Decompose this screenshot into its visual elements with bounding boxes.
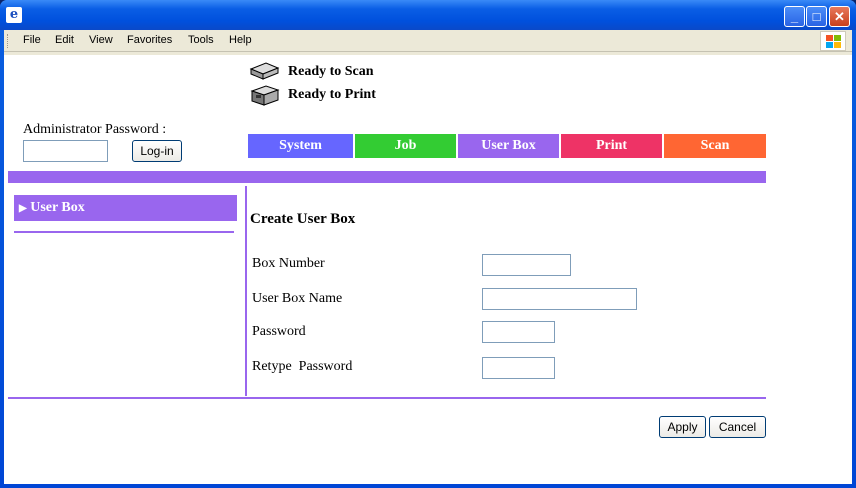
minimize-button[interactable]: _ xyxy=(784,6,805,27)
retype-password-label: Retype Password xyxy=(252,359,353,374)
windows-logo-icon xyxy=(820,31,846,51)
print-status: Ready to Print xyxy=(248,84,376,106)
apply-button[interactable]: Apply xyxy=(659,416,706,438)
password-label: Password xyxy=(252,324,306,339)
menu-tools[interactable]: Tools xyxy=(188,34,214,46)
triangle-right-icon: ▶ xyxy=(19,203,27,214)
user-box-name-input[interactable] xyxy=(482,288,637,310)
menu-view[interactable]: View xyxy=(89,34,113,46)
tab-job[interactable]: Job xyxy=(355,134,456,158)
admin-password-label: Administrator Password : xyxy=(23,122,167,137)
form-title: Create User Box xyxy=(250,211,356,227)
maximize-icon: □ xyxy=(812,9,821,24)
header-divider xyxy=(8,171,766,183)
page-content: Ready to Scan Ready to Print Administrat… xyxy=(4,55,852,484)
tab-user-box[interactable]: User Box xyxy=(458,134,559,158)
title-bar: e _ □ ✕ xyxy=(0,0,856,30)
cancel-button[interactable]: Cancel xyxy=(709,416,766,438)
tab-scan[interactable]: Scan xyxy=(664,134,766,158)
minimize-icon: _ xyxy=(790,9,799,24)
print-status-text: Ready to Print xyxy=(288,87,376,102)
scan-status-text: Ready to Scan xyxy=(288,64,374,79)
ie-icon: e xyxy=(6,7,22,23)
toolbar-grip[interactable] xyxy=(7,34,10,48)
scan-status: Ready to Scan xyxy=(248,61,374,83)
user-box-name-label: User Box Name xyxy=(252,291,343,306)
tab-print[interactable]: Print xyxy=(561,134,662,158)
retype-password-input[interactable] xyxy=(482,357,555,379)
printer-icon xyxy=(250,85,280,106)
maximize-button[interactable]: □ xyxy=(806,6,827,27)
box-number-label: Box Number xyxy=(252,256,325,271)
scanner-icon xyxy=(249,62,280,80)
close-button[interactable]: ✕ xyxy=(829,6,850,27)
menu-file[interactable]: File xyxy=(23,34,41,46)
menu-favorites[interactable]: Favorites xyxy=(127,34,172,46)
vertical-divider xyxy=(245,186,247,396)
login-button[interactable]: Log-in xyxy=(132,140,182,162)
footer-divider xyxy=(8,397,766,399)
main-tabs: System Job User Box Print Scan xyxy=(248,134,766,158)
sidebar-divider xyxy=(14,231,234,233)
browser-window: e _ □ ✕ File Edit View Favorites Tools H… xyxy=(0,0,856,488)
menu-edit[interactable]: Edit xyxy=(55,34,74,46)
password-input[interactable] xyxy=(482,321,555,343)
box-number-input[interactable] xyxy=(482,254,571,276)
close-icon: ✕ xyxy=(834,9,845,24)
admin-password-input[interactable] xyxy=(23,140,108,162)
menu-bar: File Edit View Favorites Tools Help xyxy=(4,30,852,52)
tab-system[interactable]: System xyxy=(248,134,353,158)
sidebar-item-user-box[interactable]: ▶ User Box xyxy=(14,195,237,221)
menu-help[interactable]: Help xyxy=(229,34,252,46)
sidebar-item-label: User Box xyxy=(30,200,85,215)
